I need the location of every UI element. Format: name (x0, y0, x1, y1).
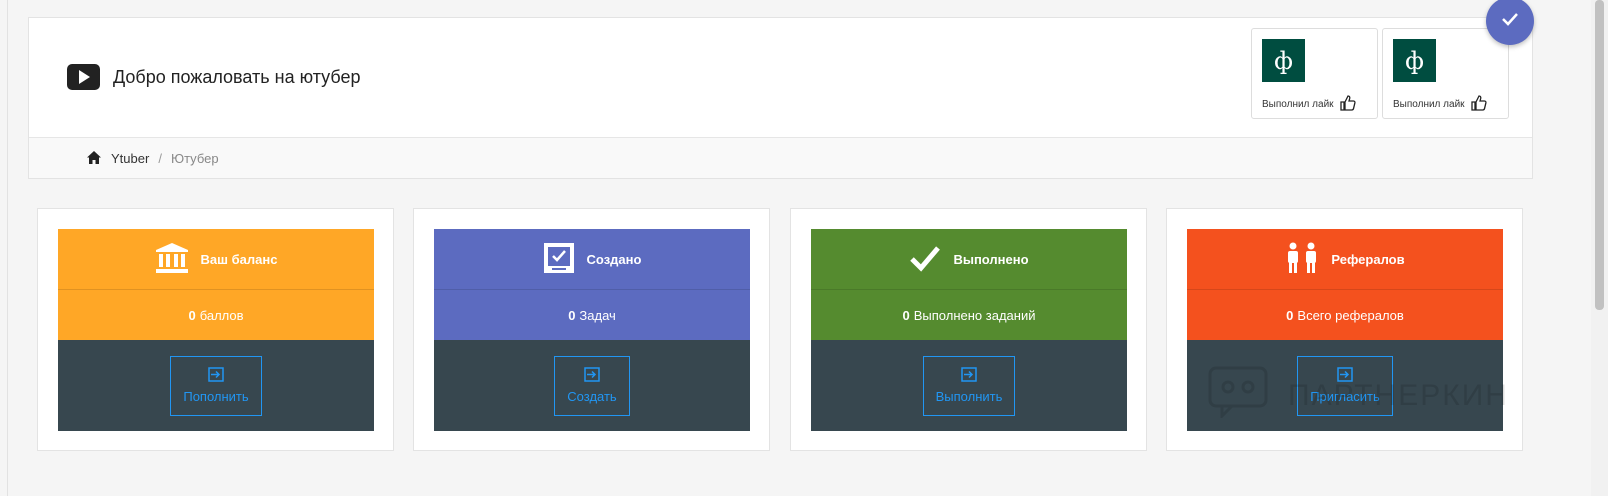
scrollbar-thumb[interactable] (1595, 0, 1604, 310)
check-icon (1501, 12, 1519, 31)
left-divider (7, 0, 8, 496)
page-title: Добро пожаловать на ютубер (67, 64, 361, 90)
notification-text: Выполнил лайк (1262, 95, 1356, 114)
stat-card-completed: Выполнено 0 Выполнено заданий Выполнить (790, 208, 1147, 451)
people-icon (1285, 242, 1319, 277)
stat-card-referrals: Рефералов 0 Всего рефералов Пригласить (1166, 208, 1523, 451)
card-footer: Пригласить (1187, 340, 1503, 431)
card-footer: Пополнить (58, 340, 374, 431)
card-value-label: Всего рефералов (1297, 307, 1404, 323)
breadcrumb-current: Ютубер (170, 150, 219, 166)
card-value-label: Задач (579, 307, 616, 323)
page-header: Добро пожаловать на ютубер ф Выполнил ла… (28, 17, 1533, 179)
stat-card-balance: Ваш баланс 0 баллов Пополнить (37, 208, 394, 451)
card-value: 0 (902, 307, 910, 323)
card-value: 0 (188, 307, 196, 323)
button-label: Пригласить (1310, 389, 1380, 404)
card-value-row: 0 Задач (434, 290, 750, 340)
avatar: ф (1393, 39, 1436, 82)
card-header: Рефералов (1187, 229, 1503, 290)
card-created: Создано 0 Задач Создать (434, 229, 750, 431)
card-referrals: Рефералов 0 Всего рефералов Пригласить (1187, 229, 1503, 431)
card-value-row: 0 Всего рефералов (1187, 290, 1503, 340)
header-top: Добро пожаловать на ютубер ф Выполнил ла… (29, 18, 1532, 138)
stat-card-created: Создано 0 Задач Создать (413, 208, 770, 451)
home-icon[interactable] (87, 151, 101, 165)
card-title: Рефералов (1331, 251, 1405, 267)
thumbs-up-icon (1339, 95, 1356, 114)
breadcrumb: Ytuber / Ютубер (29, 138, 1532, 178)
card-value-row: 0 баллов (58, 290, 374, 340)
button-label: Пополнить (183, 389, 249, 404)
card-header: Выполнено (811, 229, 1127, 290)
card-value-label: Выполнено заданий (913, 307, 1036, 323)
sign-in-icon (208, 367, 224, 385)
complete-button[interactable]: Выполнить (922, 355, 1016, 416)
create-button[interactable]: Создать (554, 355, 630, 416)
breadcrumb-home-link[interactable]: Ytuber (111, 151, 149, 166)
notification-text: Выполнил лайк (1393, 95, 1487, 114)
card-title: Создано (586, 251, 642, 267)
notification-label: Выполнил лайк (1393, 99, 1465, 110)
card-value: 0 (1286, 307, 1294, 323)
top-up-button[interactable]: Пополнить (170, 355, 262, 416)
card-title: Выполнено (953, 251, 1029, 267)
notification-label: Выполнил лайк (1262, 99, 1334, 110)
thumbs-up-icon (1470, 95, 1487, 114)
card-value: 0 (568, 307, 576, 323)
play-icon (67, 64, 100, 90)
card-footer: Выполнить (811, 340, 1127, 431)
card-balance: Ваш баланс 0 баллов Пополнить (58, 229, 374, 431)
card-value-row: 0 Выполнено заданий (811, 290, 1127, 340)
card-title: Ваш баланс (200, 251, 278, 267)
sign-in-icon (961, 367, 977, 385)
card-footer: Создать (434, 340, 750, 431)
card-header: Ваш баланс (58, 229, 374, 290)
notification-card[interactable]: ф Выполнил лайк (1251, 28, 1378, 119)
checkbox-icon (543, 242, 575, 277)
card-completed: Выполнено 0 Выполнено заданий Выполнить (811, 229, 1127, 431)
invite-button[interactable]: Пригласить (1297, 355, 1393, 416)
card-value-label: баллов (199, 307, 244, 323)
button-label: Выполнить (935, 389, 1003, 404)
breadcrumb-separator: / (158, 150, 162, 166)
sign-in-icon (584, 367, 600, 385)
scrollbar[interactable] (1591, 0, 1608, 496)
notification-card[interactable]: ф Выполнил лайк (1382, 28, 1509, 119)
card-header: Создано (434, 229, 750, 290)
page-title-text: Добро пожаловать на ютубер (113, 66, 361, 87)
check-icon (909, 244, 941, 275)
bank-icon (155, 242, 189, 277)
avatar: ф (1262, 39, 1305, 82)
sign-in-icon (1337, 367, 1353, 385)
button-label: Создать (567, 389, 617, 404)
